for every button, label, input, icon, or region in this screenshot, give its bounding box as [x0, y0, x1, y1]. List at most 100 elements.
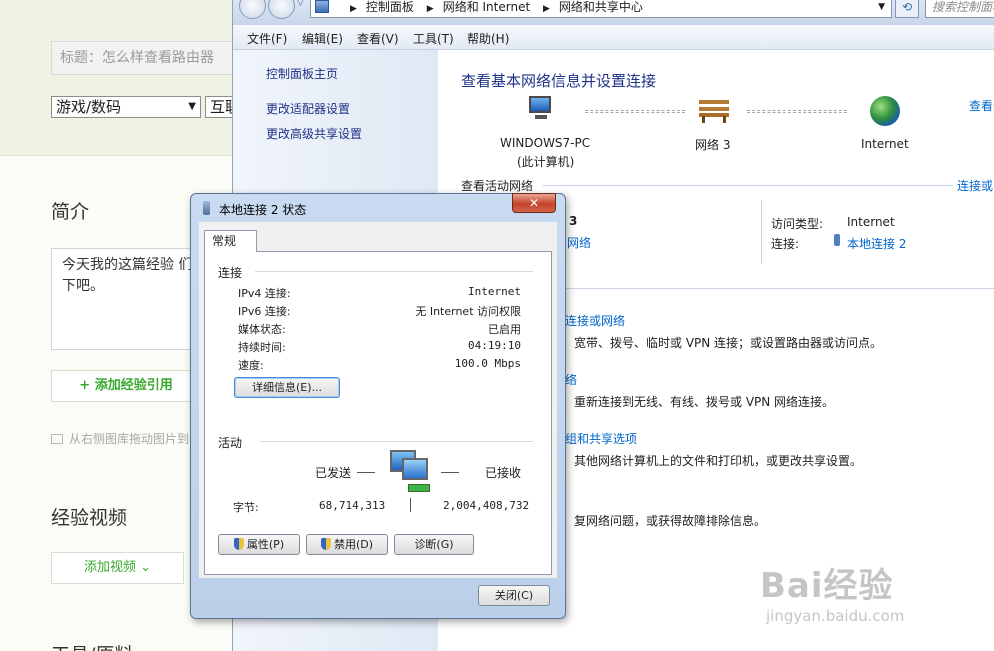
properties-button-label: 属性(P) — [246, 538, 285, 551]
received-line — [441, 472, 459, 473]
control-panel-icon — [315, 0, 329, 13]
back-button[interactable] — [239, 0, 266, 19]
uac-shield-icon — [320, 538, 331, 550]
menu-view[interactable]: 查看(V) — [357, 30, 399, 47]
task-desc-1: 宽带、拨号、临时或 VPN 连接；或设置路由器或访问点。 — [574, 336, 883, 350]
image-icon — [51, 434, 63, 444]
speed-value: 100.0 Mbps — [454, 357, 521, 370]
network-type-link[interactable]: 网络 — [567, 234, 591, 251]
address-box[interactable]: ▶ 控制面板 ▶ 网络和 Internet ▶ 网络和共享中心 ▼ — [310, 0, 892, 18]
search-input[interactable]: 搜索控制面板 — [925, 0, 994, 18]
drag-hint-text: 从右侧图库拖动图片到 — [69, 432, 190, 446]
menu-file[interactable]: 文件(F) — [247, 30, 287, 47]
menu-help[interactable]: 帮助(H) — [467, 30, 509, 47]
page-title: 查看基本网络信息并设置连接 — [461, 72, 657, 90]
connection-plug-icon — [834, 234, 840, 246]
computer-icon — [527, 96, 557, 122]
media-state-label: 媒体状态: — [238, 323, 286, 336]
menu-edit[interactable]: 编辑(E) — [302, 30, 343, 47]
ipv4-label: IPv4 连接: — [238, 287, 291, 300]
task-desc-4: 复网络问题，或获得故障排除信息。 — [574, 514, 767, 528]
refresh-icon[interactable]: ⟲ — [895, 0, 919, 18]
access-type-label: 访问类型: — [771, 217, 824, 231]
address-bar-row: ▽ ▶ 控制面板 ▶ 网络和 Internet ▶ 网络和共享中心 ▼ ⟲ 搜索控制面… — [233, 0, 994, 25]
duration-label: 持续时间: — [238, 341, 286, 354]
intro-heading: 简介 — [51, 201, 90, 223]
breadcrumb-item[interactable]: 网络和 Internet — [443, 0, 530, 14]
menu-tools[interactable]: 工具(T) — [413, 30, 454, 47]
category-select[interactable]: 游戏/数码 ▼ — [51, 96, 201, 118]
link-line — [747, 110, 847, 113]
internet-label: Internet — [861, 137, 909, 151]
cable-line — [410, 498, 411, 512]
menu-bar: 文件(F) 编辑(E) 查看(V) 工具(T) 帮助(H) — [233, 25, 994, 50]
tools-heading: 工具/原料 — [51, 640, 133, 651]
tab-general[interactable]: 常规 — [204, 230, 257, 252]
video-heading: 经验视频 — [51, 507, 128, 529]
local-connection-status-dialog: 本地连接 2 状态 ✕ 常规 连接 IPv4 连接: Internet IPv6… — [190, 193, 566, 619]
group-divider — [255, 271, 533, 272]
internet-globe-icon — [870, 96, 900, 126]
disable-button[interactable]: 禁用(D) — [306, 534, 388, 555]
link-line — [585, 110, 685, 113]
speed-label: 速度: — [238, 359, 264, 372]
address-dropdown-icon[interactable]: ▼ — [878, 0, 885, 17]
ipv6-label: IPv6 连接: — [238, 305, 291, 318]
properties-button[interactable]: 属性(P) — [218, 534, 300, 555]
bytes-label: 字节: — [233, 501, 259, 514]
breadcrumb-item[interactable]: 网络和共享中心 — [559, 0, 643, 14]
history-dropdown-icon[interactable]: ▽ — [297, 0, 304, 8]
view-full-map-link[interactable]: 查看完 — [969, 97, 994, 114]
title-input[interactable]: 标题：怎么样查看路由器 — [51, 41, 232, 75]
ipv4-value: Internet — [468, 285, 521, 298]
add-reference-button[interactable]: + 添加经验引用 — [51, 370, 201, 402]
tab-panel-general: 连接 IPv4 连接: Internet IPv6 连接: 无 Internet… — [204, 251, 552, 575]
divider — [543, 185, 953, 186]
connection-label: 连接: — [771, 237, 800, 251]
duration-value: 04:19:10 — [468, 339, 521, 352]
ipv6-value: 无 Internet 访问权限 — [415, 305, 521, 318]
sidebar-item-home[interactable]: 控制面板主页 — [266, 65, 338, 82]
connection-link[interactable]: 本地连接 2 — [847, 235, 906, 252]
forward-button[interactable] — [268, 0, 295, 19]
active-network-label: 查看活动网络 — [461, 179, 534, 193]
computer-sub: (此计算机) — [517, 155, 575, 169]
breadcrumb-separator-icon: ▶ — [350, 4, 357, 14]
breadcrumb-separator-icon: ▶ — [426, 4, 434, 14]
watermark-url: jingyan.baidu.com — [766, 607, 905, 625]
watermark-brand: Bai经验 — [760, 566, 894, 606]
task-desc-3: 其他网络计算机上的文件和打印机，或更改共享设置。 — [574, 454, 863, 468]
close-button[interactable]: 关闭(C) — [478, 585, 550, 606]
uac-shield-icon — [233, 538, 244, 550]
network-bench-icon — [699, 98, 729, 123]
sidebar-item-adapter-settings[interactable]: 更改适配器设置 — [266, 100, 350, 117]
breadcrumb-item[interactable]: 控制面板 — [366, 0, 414, 14]
sent-label: 已发送 — [315, 466, 352, 480]
received-label: 已接收 — [485, 466, 522, 480]
subcategory-select[interactable]: 互联 — [205, 96, 232, 118]
category-select-value: 游戏/数码 — [56, 98, 122, 116]
close-icon[interactable]: ✕ — [512, 193, 556, 213]
sidebar-item-advanced-sharing[interactable]: 更改高级共享设置 — [266, 125, 362, 142]
task-link-3[interactable]: 组和共享选项 — [565, 430, 637, 447]
diagnose-button[interactable]: 诊断(G) — [394, 534, 474, 555]
add-video-button[interactable]: 添加视频 ⌄ — [51, 552, 184, 584]
group-divider — [260, 441, 533, 442]
bytes-sent-value: 68,714,313 — [319, 499, 386, 512]
network-activity-icon — [388, 450, 436, 496]
task-link-2[interactable]: 络 — [565, 371, 577, 388]
drag-hint: 从右侧图库拖动图片到 — [51, 430, 189, 447]
baidu-watermark: Bai经验 jingyan.baidu.com — [760, 558, 904, 625]
details-button[interactable]: 详细信息(E)... — [234, 377, 340, 398]
vertical-divider — [761, 200, 762, 264]
disable-button-label: 禁用(D) — [333, 538, 374, 551]
media-state-value: 已启用 — [488, 323, 521, 336]
bytes-received-value: 2,004,408,732 — [443, 499, 530, 512]
active-network-name: 3 — [569, 214, 578, 228]
dropdown-arrow-icon: ▼ — [188, 101, 196, 112]
section-activity-label: 活动 — [218, 436, 243, 450]
section-connection-label: 连接 — [218, 266, 243, 280]
network-name: 网络 3 — [695, 138, 731, 152]
connect-disconnect-link[interactable]: 连接或断开 — [957, 177, 994, 194]
task-link-1[interactable]: 连接或网络 — [565, 312, 625, 329]
